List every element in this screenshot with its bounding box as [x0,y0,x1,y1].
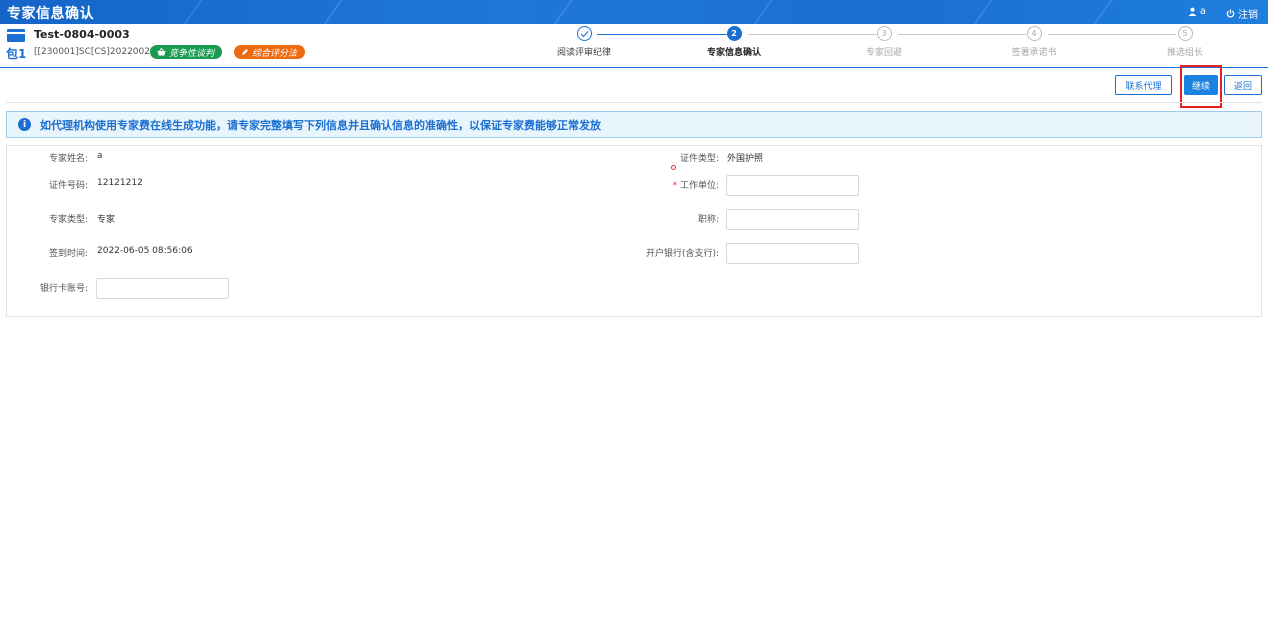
title-label: 职称: [697,215,719,225]
expert-type-label: 专家类型: [48,215,88,225]
top-header-bar: 专家信息确认 a 注销 [0,0,1268,24]
procurement-method-badge: 竞争性谈判 [150,45,223,59]
project-name: Test-0804-0003 [34,28,130,41]
step-number: 5 [1177,26,1193,41]
package-label: 包1 [6,47,27,61]
step-label: 推选组长 [1166,48,1203,58]
project-code: [[230001]SC[CS]20220027 ] [34,47,163,57]
project-info-band: 包1 Test-0804-0003 [[230001]SC[CS]2022002… [0,24,1268,68]
back-button[interactable]: 返回 [1224,75,1262,95]
step-label: 签署承诺书 [1011,48,1057,58]
card-number-label: 银行卡账号: [39,284,88,294]
step-label: 专家回避 [865,48,902,58]
step-sign-commitment: 4 签署承诺书 [979,26,1089,58]
id-type-value: 外国护照 [727,154,764,164]
required-dot [671,165,676,170]
step-number: 2 [726,26,742,41]
step-elect-leader: 5 推选组长 [1130,26,1240,58]
step-number: 3 [876,26,892,41]
id-type-label: 证件类型: [679,154,719,164]
logout-button[interactable]: 注销 [1226,6,1258,21]
title-input[interactable] [726,209,859,230]
id-number-label: 证件号码: [48,181,88,191]
logout-label: 注销 [1238,10,1258,21]
work-unit-label: * 工作单位: [672,181,719,191]
expert-name-value: a [97,151,103,161]
checkin-time-label: 签到时间: [48,249,88,259]
bank-input[interactable] [726,243,859,264]
id-number-value: 12121212 [97,178,143,188]
step-expert-recusal: 3 专家回避 [829,26,939,58]
checkin-time-value: 2022-06-05 08:56:06 [97,246,193,256]
expert-type-value: 专家 [97,215,116,225]
user-icon [1188,7,1197,16]
basket-icon [157,48,166,56]
step-expert-info-confirm: 2 专家信息确认 [679,26,789,58]
bank-label: 开户银行(含支行): [645,249,719,259]
divider [6,102,1262,103]
step-number: 4 [1026,26,1042,41]
work-unit-input[interactable] [726,175,859,196]
evaluation-method-badge: 综合评分法 [234,45,306,59]
step-label: 专家信息确认 [706,48,761,58]
notice-text: 如代理机构使用专家费在线生成功能，请专家完整填写下列信息并且确认信息的准确性，以… [40,118,601,132]
card-number-input[interactable] [96,278,229,299]
expert-name-label: 专家姓名: [48,154,88,164]
user-menu[interactable]: a [1188,6,1206,17]
checkmark-icon [576,26,592,41]
info-icon: i [18,118,31,131]
power-icon [1226,9,1235,18]
page-title: 专家信息确认 [7,6,94,22]
step-label: 阅读评审纪律 [556,48,611,58]
info-notice: i 如代理机构使用专家费在线生成功能，请专家完整填写下列信息并且确认信息的准确性… [6,111,1262,138]
user-name: a [1199,6,1206,17]
step-read-discipline: 阅读评审纪律 [529,26,639,58]
contact-agent-button[interactable]: 联系代理 [1115,75,1172,95]
package-icon [7,29,25,42]
pencil-icon [242,49,248,55]
